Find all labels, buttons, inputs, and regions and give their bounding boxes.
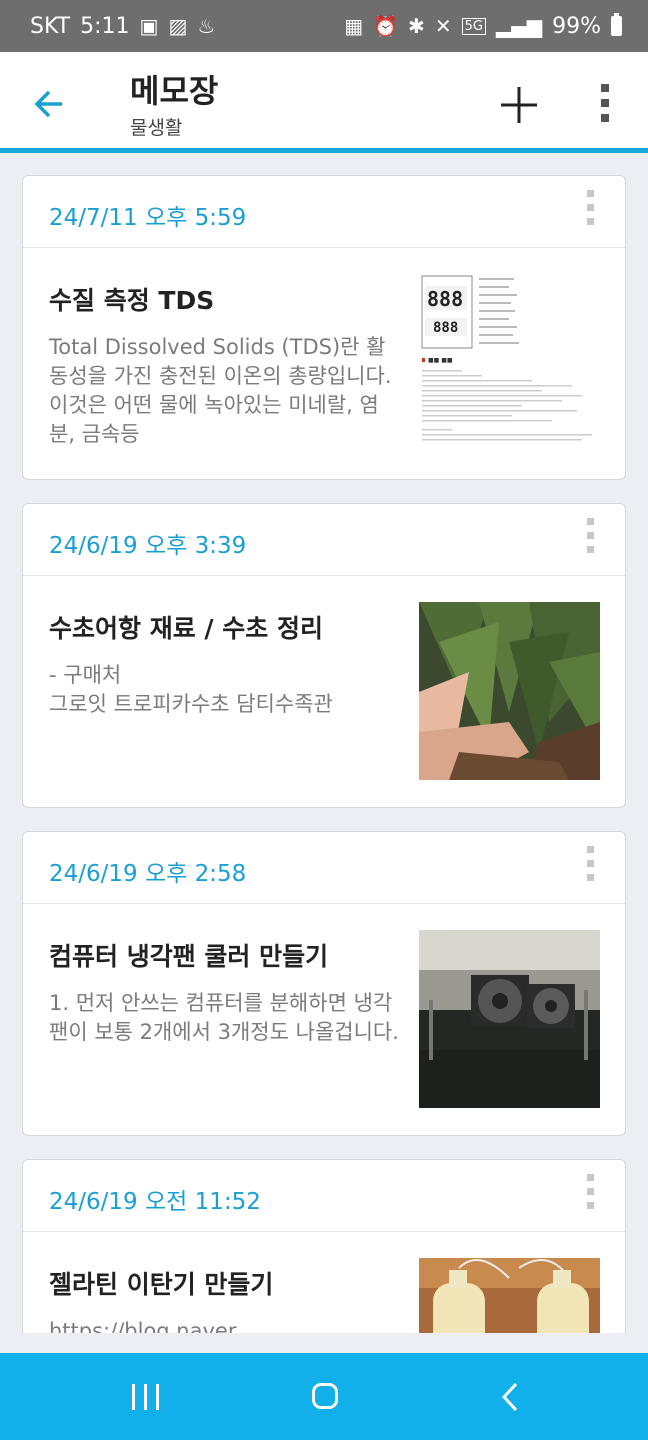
- app-bar: [0, 52, 648, 148]
- note-title: 젤라틴 이탄기 만들기: [49, 1270, 274, 1299]
- add-note-button[interactable]: [498, 84, 540, 126]
- note-menu-button[interactable]: [587, 518, 595, 560]
- battery-percent: 99%: [552, 13, 601, 39]
- note-date: 24/7/11 오후 5:59: [49, 205, 247, 231]
- home-button[interactable]: [312, 1383, 338, 1409]
- plus-icon: [501, 87, 537, 123]
- note-thumbnail-fan: [419, 930, 600, 1108]
- back-arrow-icon: [34, 90, 62, 118]
- note-menu-button[interactable]: [587, 846, 595, 888]
- aquatic-plant-photo: [419, 602, 600, 780]
- note-thumbnail-bottles: [419, 1258, 600, 1333]
- battery-icon: [611, 13, 622, 36]
- notification-icon: ♨: [197, 14, 216, 38]
- note-date: 24/6/19 오전 11:52: [49, 1189, 261, 1215]
- note-thumbnail-plants: [419, 602, 600, 780]
- note-list[interactable]: 24/7/11 오후 5:59 수질 측정 TDS Total Dissolve…: [0, 153, 648, 1333]
- chevron-left-icon: [501, 1382, 518, 1412]
- mute-icon: ✕: [434, 14, 452, 38]
- note-title: 컴퓨터 냉각팬 쿨러 만들기: [49, 942, 329, 971]
- tds-document-image: 888 888 ■■ ■■: [419, 274, 600, 452]
- network-type: 5G: [461, 17, 486, 35]
- svg-text:888: 888: [433, 320, 458, 336]
- more-options-button[interactable]: [594, 84, 616, 128]
- bluetooth-icon: ✱: [408, 14, 425, 38]
- back-button[interactable]: [30, 84, 70, 124]
- more-dot-icon: [601, 114, 609, 122]
- note-preview: https://blog.naver: [49, 1319, 237, 1333]
- note-preview: - 구매처 그로잇 트로피카수초 담티수족관: [49, 663, 333, 716]
- system-back-button[interactable]: [500, 1382, 520, 1412]
- note-menu-button[interactable]: [587, 1174, 595, 1216]
- note-preview: Total Dissolved Solids (TDS)란 활동성을 가진 충전…: [49, 335, 392, 446]
- bottles-photo: [419, 1258, 600, 1333]
- note-card[interactable]: 24/7/11 오후 5:59 수질 측정 TDS Total Dissolve…: [22, 175, 626, 480]
- note-date: 24/6/19 오후 2:58: [49, 861, 247, 887]
- status-right: ▦ ⏰ ✱ ✕ 5G ▂▄▆ 99%: [344, 0, 622, 52]
- note-card-header: 24/6/19 오전 11:52: [23, 1160, 625, 1232]
- carrier-label: SKT: [30, 13, 71, 39]
- note-title: 수초어항 재료 / 수초 정리: [49, 614, 323, 643]
- page-subtitle: 물생활: [130, 117, 183, 139]
- signal-icon: ▂▄▆: [495, 14, 543, 38]
- note-date: 24/6/19 오후 3:39: [49, 533, 247, 559]
- note-preview: 1. 먼저 안쓰는 컴퓨터를 분해하면 냉각팬이 보통 2개에서 3개정도 나올…: [49, 991, 399, 1044]
- page-title: 메모장: [130, 72, 219, 110]
- status-bar: SKT 5:11 ▣ ▨ ♨ ▦ ⏰ ✱ ✕ 5G ▂▄▆ 99%: [0, 0, 648, 52]
- note-card[interactable]: 24/6/19 오전 11:52 젤라틴 이탄기 만들기 https://blo…: [22, 1159, 626, 1333]
- svg-text:888: 888: [427, 287, 463, 311]
- svg-text:■■ ■■: ■■ ■■: [428, 357, 453, 364]
- note-title: 수질 측정 TDS: [49, 286, 215, 315]
- note-card[interactable]: 24/6/19 오후 3:39 수초어항 재료 / 수초 정리 - 구매처 그로…: [22, 503, 626, 808]
- more-dot-icon: [601, 99, 609, 107]
- note-card-header: 24/6/19 오후 3:39: [23, 504, 625, 576]
- more-dot-icon: [601, 84, 609, 92]
- status-left: SKT 5:11 ▣ ▨ ♨: [30, 0, 215, 52]
- note-card-header: 24/6/19 오후 2:58: [23, 832, 625, 904]
- note-thumbnail-tds: 888 888 ■■ ■■: [419, 274, 600, 452]
- note-card[interactable]: 24/6/19 오후 2:58 컴퓨터 냉각팬 쿨러 만들기 1. 먼저 안쓰는…: [22, 831, 626, 1136]
- clock: 5:11: [80, 13, 130, 39]
- note-menu-button[interactable]: [587, 190, 595, 232]
- gallery-icon: ▨: [168, 14, 188, 38]
- recent-apps-button[interactable]: [132, 1384, 160, 1410]
- cooling-fan-photo: [419, 930, 600, 1108]
- alarm-icon: ⏰: [373, 14, 399, 38]
- sim-icon: ▣: [139, 14, 159, 38]
- shop-icon: ▦: [344, 14, 364, 38]
- note-card-header: 24/7/11 오후 5:59: [23, 176, 625, 248]
